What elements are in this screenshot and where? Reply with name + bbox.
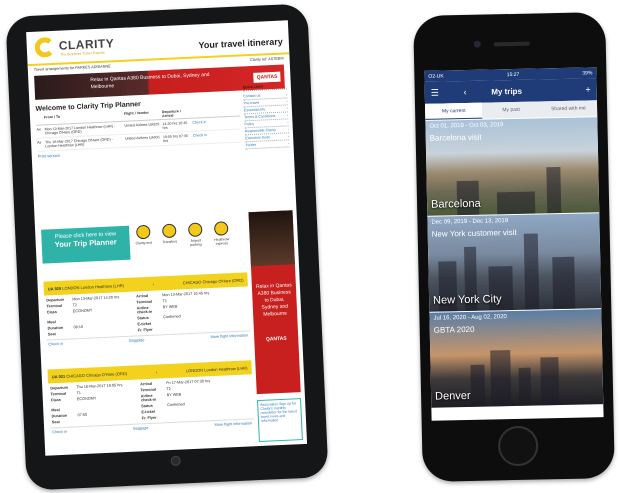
clarity-text-icon[interactable]: Clarity text <box>133 224 154 250</box>
carrier-label: O2-UK <box>428 72 444 80</box>
more-info-link[interactable]: More flight information <box>214 421 252 427</box>
phone-screen: O2-UK 15:27 39% ☰ ‹ My trips + My curren… <box>424 67 604 421</box>
tablet-home-button[interactable] <box>170 455 181 467</box>
trip-name: Barcelona visit <box>429 132 482 143</box>
trip-name: New York customer visit <box>431 227 517 239</box>
flight-card: UA 929 LONDON London Heathrow (LHR) › CH… <box>43 272 251 349</box>
heathrow-express-icon[interactable]: Heathrow express <box>211 221 232 246</box>
trip-name: GBTA 2020 <box>433 324 475 335</box>
trip-dates: Oct 01, 2019 - Oct 03, 2019 <box>429 122 504 130</box>
transfers-icon[interactable]: Transfers <box>159 223 180 248</box>
quick-links: Quick Links Contact us › Pre-travel › Esse… <box>242 82 290 150</box>
clarity-logo-text: CLARITY <box>58 36 115 53</box>
side-advert[interactable]: Relax in Qantas A380 Business to Dubai, … <box>248 210 301 395</box>
newsletter-box[interactable]: Association Sign up for Clarity's monthl… <box>257 398 303 443</box>
arrow-icon: › <box>152 281 155 287</box>
check-in-link[interactable]: Check in <box>193 133 209 142</box>
marketing-composite: CLARITY The Business Travel Experts Your… <box>0 0 620 493</box>
tab-my-past[interactable]: My past <box>482 101 540 118</box>
airport-parking-icon[interactable]: Airport parking <box>185 222 206 247</box>
trip-card-denver[interactable]: Jul 16, 2020 - Aug 02, 2020 GBTA 2020 De… <box>429 309 604 408</box>
quick-links-heading: Quick Links <box>242 82 287 92</box>
baggage-link[interactable]: Baggage <box>129 338 144 343</box>
check-in-link[interactable]: Check in <box>48 342 63 347</box>
add-trip-icon[interactable]: + <box>585 84 590 94</box>
check-in-link[interactable]: Check in <box>52 430 67 435</box>
trip-planner-button[interactable]: Please click here to view Your Trip Plan… <box>41 225 131 264</box>
tablet-screen: CLARITY The Business Travel Experts Your… <box>26 20 308 456</box>
page-title: Your travel itinerary <box>198 36 284 51</box>
trip-card-barcelona[interactable]: Oct 01, 2019 - Oct 03, 2019 Barcelona vi… <box>425 117 600 216</box>
planner-icons: Clarity text Transfers Airport parking H… <box>133 221 232 249</box>
phone-device: O2-UK 15:27 39% ☰ ‹ My trips + My curren… <box>413 12 615 482</box>
qantas-logo: QANTAS <box>253 71 281 83</box>
front-camera <box>473 40 481 48</box>
phone-home-button[interactable] <box>497 425 539 467</box>
trip-dates: Dec 09, 2019 - Dec 13, 2019 <box>431 218 509 226</box>
tab-shared-with-me[interactable]: Shared with me <box>540 100 598 117</box>
more-info-link[interactable]: More flight information <box>210 333 248 339</box>
tablet-device: CLARITY The Business Travel Experts Your… <box>5 3 329 491</box>
clarity-logo-icon <box>34 36 56 58</box>
battery-level: 39% <box>582 69 593 77</box>
flight-card: UA 931 CHICAGO Chicago O'Hare (ORD) › LO… <box>47 360 255 437</box>
clarity-reference: Clarity ref: AS7EEM <box>249 56 284 63</box>
cabin-photo <box>248 210 295 267</box>
trip-dates: Jul 16, 2020 - Aug 02, 2020 <box>433 314 507 322</box>
arrow-icon: › <box>155 369 158 375</box>
earpiece-speaker <box>493 41 530 47</box>
back-icon[interactable]: ‹ <box>463 87 466 97</box>
traveller-name: Travel arrangements for PARKES ADRIANNE <box>33 64 111 72</box>
tab-my-current[interactable]: My current <box>424 102 483 120</box>
trip-city: Denver <box>434 389 471 403</box>
clarity-tagline: The Business Travel Experts <box>60 50 105 57</box>
page-title: My trips <box>491 86 523 96</box>
trip-city: Barcelona <box>430 197 481 211</box>
trip-city: New York City <box>432 293 502 307</box>
check-in-link[interactable]: Check in <box>192 120 208 129</box>
clock: 15:27 <box>506 71 520 78</box>
trip-card-new-york[interactable]: Dec 09, 2019 - Dec 13, 2019 New York cus… <box>427 213 602 312</box>
promo-text: Relax in Qantas A380 Business to Dubai, … <box>90 71 210 91</box>
baggage-link[interactable]: Baggage <box>133 426 148 431</box>
menu-icon[interactable]: ☰ <box>431 87 439 98</box>
